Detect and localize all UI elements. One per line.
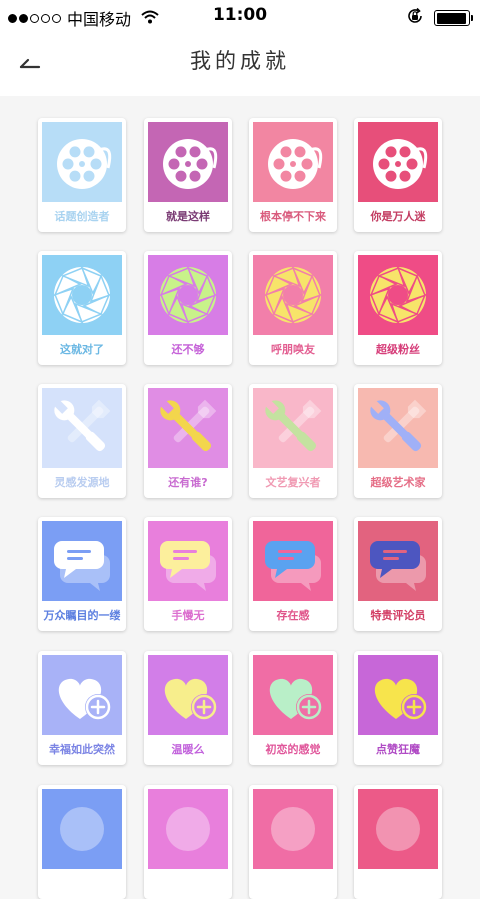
badge-icon — [358, 789, 438, 869]
achievement-badge[interactable] — [249, 785, 337, 899]
badge-label: 灵感发源地 — [54, 476, 110, 489]
aperture-icon — [148, 255, 228, 335]
achievement-badge[interactable]: 文艺复兴者 — [249, 384, 337, 498]
achievement-badge[interactable]: 幸福如此突然 — [38, 651, 126, 765]
badge-label: 万众瞩目的一缕 — [43, 609, 121, 622]
badge-label: 还有谁? — [168, 476, 208, 489]
aperture-icon — [358, 255, 438, 335]
badge-label: 这就对了 — [60, 343, 104, 356]
chat-bubbles-icon — [148, 521, 228, 601]
achievement-badge[interactable]: 就是这样 — [144, 118, 232, 232]
orientation-lock-icon — [406, 7, 424, 29]
achievement-badge[interactable] — [38, 785, 126, 899]
film-reel-icon — [42, 122, 122, 202]
achievement-badge[interactable]: 超级粉丝 — [354, 251, 442, 365]
tools-icon — [358, 388, 438, 468]
tools-icon — [42, 388, 122, 468]
status-bar-right — [406, 7, 473, 29]
heart-plus-icon — [42, 655, 122, 735]
achievements-list[interactable]: 话题创造者 就是这样 根本停不下来 你是万人迷这就对了 还不够 呼朋唤友 超级粉丝 灵… — [0, 96, 480, 899]
heart-plus-icon — [358, 655, 438, 735]
badge-icon — [148, 789, 228, 869]
status-bar: 中国移动 11:00 — [0, 0, 480, 32]
achievement-badge[interactable]: 还不够 — [144, 251, 232, 365]
badge-label: 话题创造者 — [54, 210, 110, 223]
achievement-badge[interactable]: 手慢无 — [144, 517, 232, 631]
badge-label: 初恋的感觉 — [265, 743, 321, 756]
achievement-badge[interactable]: 超级艺术家 — [354, 384, 442, 498]
tools-icon — [253, 388, 333, 468]
achievement-badge[interactable]: 你是万人迷 — [354, 118, 442, 232]
page-title: 我的成就 — [190, 49, 290, 73]
battery-icon — [434, 10, 473, 26]
achievement-badge[interactable]: 还有谁? — [144, 384, 232, 498]
chat-bubbles-icon — [358, 521, 438, 601]
badge-label: 文艺复兴者 — [265, 476, 321, 489]
achievement-badge[interactable]: 初恋的感觉 — [249, 651, 337, 765]
badge-label: 呼朋唤友 — [271, 343, 315, 356]
badge-label: 手慢无 — [171, 609, 205, 622]
chat-bubbles-icon — [42, 521, 122, 601]
achievement-badge[interactable] — [144, 785, 232, 899]
heart-plus-icon — [253, 655, 333, 735]
film-reel-icon — [358, 122, 438, 202]
film-reel-icon — [148, 122, 228, 202]
achievement-badge[interactable]: 这就对了 — [38, 251, 126, 365]
chat-bubbles-icon — [253, 521, 333, 601]
achievement-badge[interactable]: 存在感 — [249, 517, 337, 631]
achievement-badge[interactable]: 灵感发源地 — [38, 384, 126, 498]
nav-bar: 我的成就 — [0, 32, 480, 96]
film-reel-icon — [253, 122, 333, 202]
achievement-badge[interactable] — [354, 785, 442, 899]
achievement-badge[interactable]: 特贵评论员 — [354, 517, 442, 631]
badge-label: 就是这样 — [166, 210, 210, 223]
tools-icon — [148, 388, 228, 468]
badge-label: 点赞狂魔 — [376, 743, 420, 756]
achievement-badge[interactable]: 万众瞩目的一缕 — [38, 517, 126, 631]
badge-label: 幸福如此突然 — [49, 743, 115, 756]
aperture-icon — [42, 255, 122, 335]
badge-icon — [42, 789, 122, 869]
badge-label: 存在感 — [276, 609, 310, 622]
achievement-badge[interactable]: 根本停不下来 — [249, 118, 337, 232]
heart-plus-icon — [148, 655, 228, 735]
badge-label: 还不够 — [171, 343, 205, 356]
aperture-icon — [253, 255, 333, 335]
achievement-badge[interactable]: 温暖么 — [144, 651, 232, 765]
badge-label: 超级艺术家 — [370, 476, 426, 489]
achievement-badge[interactable]: 点赞狂魔 — [354, 651, 442, 765]
achievement-badge[interactable]: 呼朋唤友 — [249, 251, 337, 365]
badge-label: 根本停不下来 — [260, 210, 326, 223]
badge-label: 温暖么 — [171, 743, 205, 756]
badge-icon — [253, 789, 333, 869]
badge-label: 特贵评论员 — [370, 609, 426, 622]
achievement-badge[interactable]: 话题创造者 — [38, 118, 126, 232]
badge-label: 超级粉丝 — [376, 343, 420, 356]
badge-label: 你是万人迷 — [370, 210, 426, 223]
